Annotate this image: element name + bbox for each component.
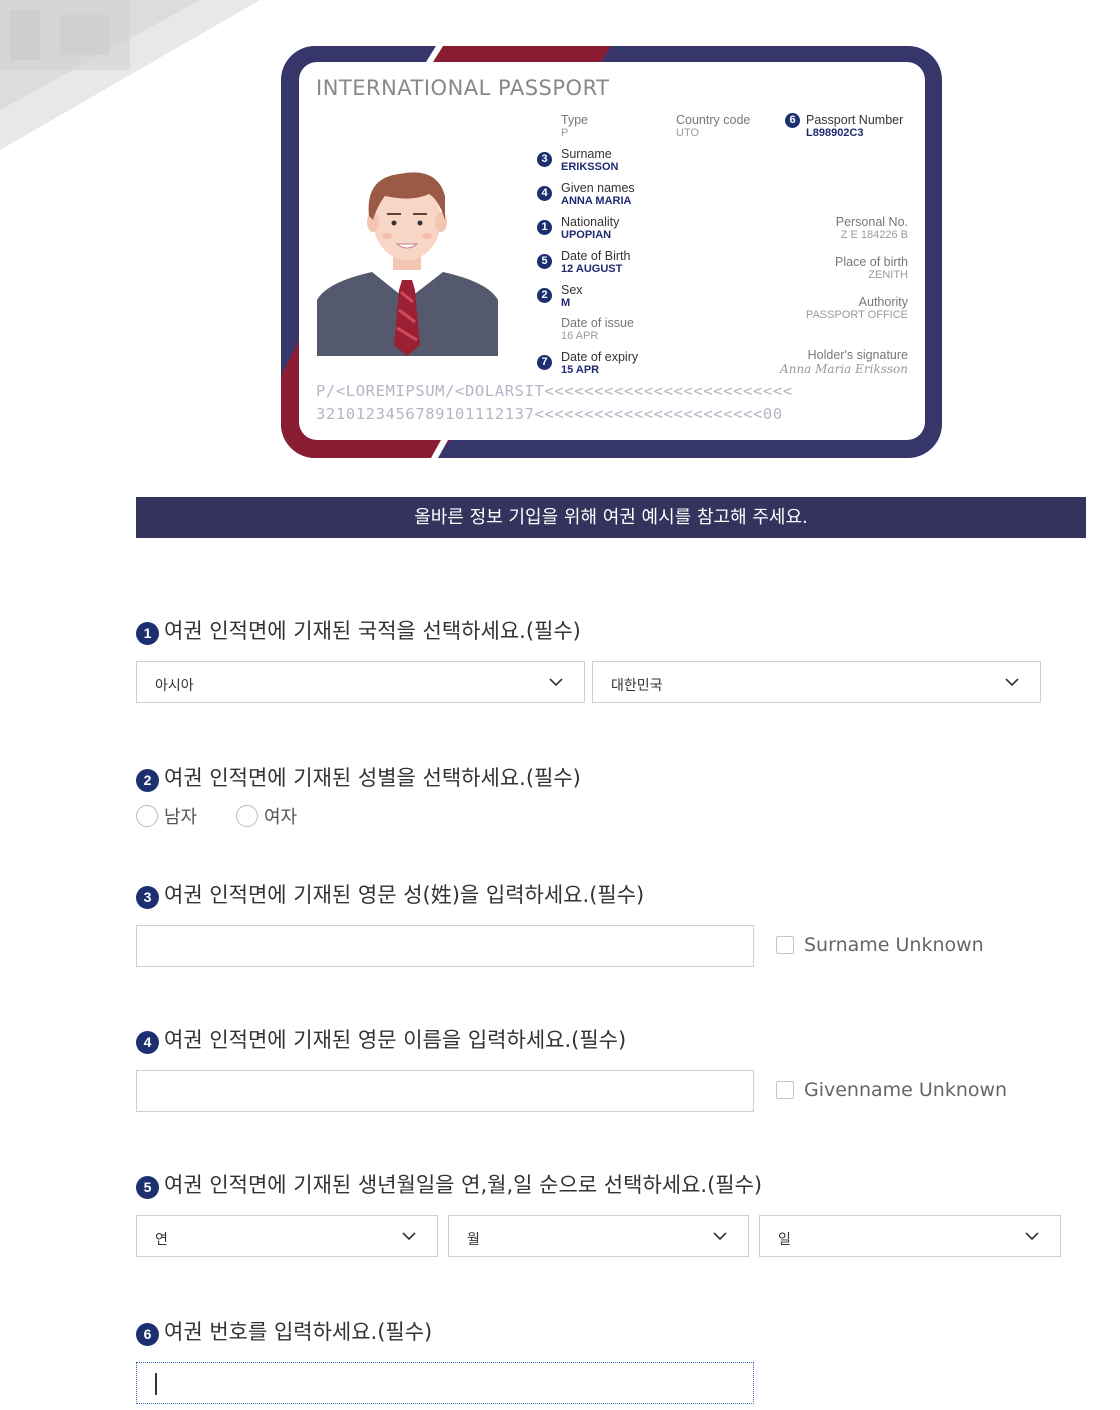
passport-photo [317,172,498,356]
surname-input[interactable] [136,925,754,967]
passport-expiry-field: Date of expiry 15 APR [561,350,639,377]
passport-issue-field: Date of issue 16 APR [561,316,634,343]
question-number-badge: 2 [136,768,159,792]
chevron-down-icon [549,678,563,687]
checkbox-box[interactable] [776,1081,794,1099]
passport-mrz-line-2: 3210123456789101112137<<<<<<<<<<<<<<<<<<… [316,405,783,423]
passport-type-field: Type P [561,113,589,140]
radio-circle[interactable] [136,805,158,827]
question-label: 여권 인적면에 기재된 성별을 선택하세요.(필수) [164,766,581,790]
passport-place-of-birth-field: Place of birth ZENITH [835,255,908,282]
chevron-down-icon [713,1232,727,1241]
question-label: 여권 번호를 입력하세요.(필수) [164,1320,433,1344]
badge-7: 7 [537,355,552,370]
givenname-unknown-checkbox[interactable]: Givenname Unknown [776,1079,1007,1101]
question-number-badge: 6 [136,1322,159,1346]
birth-day-value: 일 [778,1232,791,1248]
question-label: 여권 인적면에 기재된 국적을 선택하세요.(필수) [164,619,581,643]
passport-number-field: Passport Number L898902C3 [806,113,904,140]
birth-month-select[interactable]: 월 [448,1215,749,1257]
background-corner-graphic [0,0,260,150]
radio-male[interactable]: 남자 [136,803,197,829]
checkbox-box[interactable] [776,936,794,954]
question-label: 여권 인적면에 기재된 영문 성(姓)을 입력하세요.(필수) [164,883,645,907]
passport-sex-field: Sex M [561,283,583,310]
birth-year-select[interactable]: 연 [136,1215,438,1257]
passport-signature: Anna Maria Eriksson [780,362,908,376]
checkbox-label: Surname Unknown [804,934,984,956]
passport-title: INTERNATIONAL PASSPORT [316,76,610,100]
birth-year-value: 연 [155,1232,168,1248]
passport-mrz-line-1: P/<LOREMIPSUM/<DOLARSIT<<<<<<<<<<<<<<<<<… [316,382,793,400]
badge-1: 1 [537,220,552,235]
givenname-input[interactable] [136,1070,754,1112]
question-number-badge: 1 [136,621,159,645]
passport-surname-field: Surname ERIKSSON [561,147,619,174]
badge-3: 3 [537,152,552,167]
badge-4: 4 [537,186,552,201]
text-caret [155,1373,157,1395]
question-surname: 3 여권 인적면에 기재된 영문 성(姓)을 입력하세요.(필수) [136,879,644,909]
question-label: 여권 인적면에 기재된 생년월일을 연,월,일 순으로 선택하세요.(필수) [164,1173,763,1197]
passport-authority-field: Authority PASSPORT OFFICE [805,295,908,322]
radio-circle[interactable] [236,805,258,827]
badge-6: 6 [785,113,800,128]
passport-dob-field: Date of Birth 12 AUGUST [561,249,631,276]
question-label: 여권 인적면에 기재된 영문 이름을 입력하세요.(필수) [164,1028,627,1052]
passport-nationality-field: Nationality UPOPIAN [561,215,620,242]
passport-personal-no-field: Personal No. Z E 184226 B [835,215,908,242]
question-birthdate: 5 여권 인적면에 기재된 생년월일을 연,월,일 순으로 선택하세요.(필수) [136,1169,762,1199]
radio-label: 여자 [264,807,298,828]
region-select-value: 아시아 [155,678,194,694]
question-givenname: 4 여권 인적면에 기재된 영문 이름을 입력하세요.(필수) [136,1024,626,1054]
question-sex: 2 여권 인적면에 기재된 성별을 선택하세요.(필수) [136,762,581,792]
notice-banner: 올바른 정보 기입을 위해 여권 예시를 참고해 주세요. [136,497,1086,538]
badge-5: 5 [537,254,552,269]
radio-female[interactable]: 여자 [236,803,297,829]
passport-illustration: INTERNATIONAL PASSPORT Type P 3 Surname … [281,46,942,458]
question-number-badge: 5 [136,1175,159,1199]
passport-page: INTERNATIONAL PASSPORT Type P 3 Surname … [299,62,925,440]
question-number-badge: 4 [136,1030,159,1054]
question-nationality: 1 여권 인적면에 기재된 국적을 선택하세요.(필수) [136,615,581,645]
passport-number-input[interactable] [136,1362,754,1404]
checkbox-label: Givenname Unknown [804,1079,1008,1101]
birth-month-value: 월 [467,1232,480,1248]
radio-label: 남자 [164,807,198,828]
passport-country-code-field: Country code UTO [676,113,751,140]
region-select[interactable]: 아시아 [136,661,585,703]
country-select[interactable]: 대한민국 [592,661,1041,703]
badge-2: 2 [537,288,552,303]
chevron-down-icon [1025,1232,1039,1241]
passport-signature-label: Holder's signature [807,348,908,362]
country-select-value: 대한민국 [611,678,663,694]
passport-given-names-field: Given names ANNA MARIA [561,181,635,208]
surname-unknown-checkbox[interactable]: Surname Unknown [776,934,984,956]
question-number-badge: 3 [136,885,159,909]
birth-day-select[interactable]: 일 [759,1215,1061,1257]
chevron-down-icon [402,1232,416,1241]
question-passport-number: 6 여권 번호를 입력하세요.(필수) [136,1316,432,1346]
chevron-down-icon [1005,678,1019,687]
